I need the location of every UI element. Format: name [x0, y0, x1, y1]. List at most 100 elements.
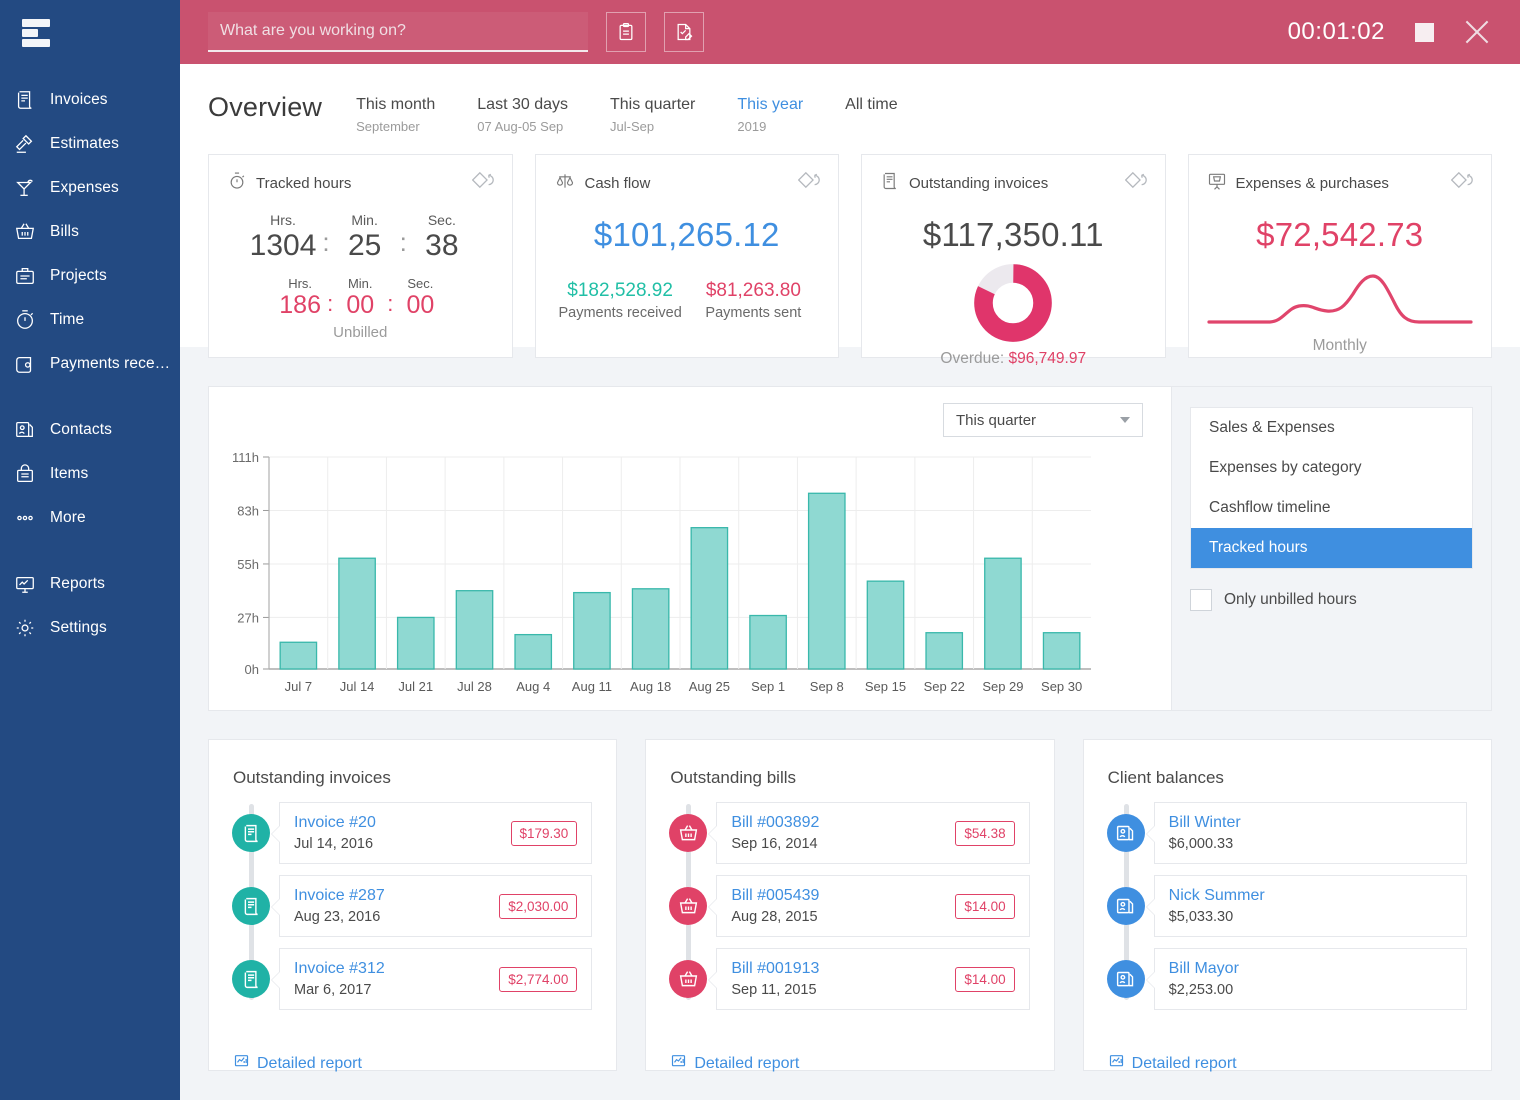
sidebar-divider: [0, 540, 180, 562]
list-item-name[interactable]: Bill #003892: [731, 814, 819, 832]
sidebar-item-invoices[interactable]: Invoices: [0, 78, 180, 122]
svg-text:Aug 18: Aug 18: [630, 679, 671, 694]
outstanding-total: $117,350.11: [880, 216, 1147, 254]
only-unbilled-hours-checkbox[interactable]: Only unbilled hours: [1190, 589, 1473, 611]
report-option-cashflow-timeline[interactable]: Cashflow timeline: [1191, 488, 1472, 528]
detailed-report-label: Detailed report: [257, 1055, 362, 1073]
kpi-header: Tracked hours: [227, 171, 494, 196]
status-badge: $54.38: [955, 821, 1014, 846]
basket-icon: [669, 960, 707, 998]
sidebar-item-more[interactable]: More: [0, 496, 180, 540]
sidebar-item-estimates[interactable]: Estimates: [0, 122, 180, 166]
detailed-report-link[interactable]: Detailed report: [670, 1053, 799, 1074]
reports-icon: [670, 1053, 687, 1074]
logo-icon[interactable]: [13, 16, 53, 50]
svg-text:111h: 111h: [232, 450, 259, 465]
sidebar-item-time[interactable]: Time: [0, 298, 180, 342]
status-badge: $2,030.00: [499, 894, 577, 919]
report-type-list: Sales & Expenses Expenses by category Ca…: [1190, 407, 1473, 569]
tab-label: This quarter: [610, 96, 695, 114]
list-item-balance: $2,253.00: [1169, 982, 1239, 998]
swap-widget-icon[interactable]: [1451, 170, 1475, 195]
sidebar-item-expenses[interactable]: Expenses: [0, 166, 180, 210]
sidebar-item-items[interactable]: Items: [0, 452, 180, 496]
period-tabs: This month September Last 30 days 07 Aug…: [356, 96, 940, 134]
tab-all-time[interactable]: All time: [845, 96, 897, 134]
swap-widget-icon[interactable]: [798, 170, 822, 195]
basket-icon: [14, 219, 44, 245]
payments-sent-label: Payments sent: [687, 305, 820, 321]
sidebar-item-bills[interactable]: Bills: [0, 210, 180, 254]
sidebar-item-projects[interactable]: Projects: [0, 254, 180, 298]
list-item-name[interactable]: Invoice #20: [294, 814, 376, 832]
list-item[interactable]: Bill #005439 Aug 28, 2015 $14.00: [670, 875, 1029, 937]
clipboard-icon[interactable]: [606, 12, 646, 52]
swap-widget-icon[interactable]: [472, 170, 496, 195]
payments-received: $182,528.92 Payments received: [554, 280, 687, 321]
stop-icon[interactable]: [1415, 23, 1434, 42]
report-option-expenses-by-category[interactable]: Expenses by category: [1191, 448, 1472, 488]
close-icon[interactable]: [1464, 19, 1490, 45]
tab-this-quarter[interactable]: This quarter Jul-Sep: [610, 96, 695, 134]
report-option-sales-expenses[interactable]: Sales & Expenses: [1191, 408, 1472, 448]
list-item-name[interactable]: Bill Winter: [1169, 814, 1241, 832]
more-dots-icon: [14, 505, 44, 531]
unit-value: 1304: [250, 229, 317, 262]
stopwatch-icon: [14, 307, 44, 333]
swap-widget-icon[interactable]: [1125, 170, 1149, 195]
kpi-cards: Tracked hours Hrs. 1304 : Min. 25: [180, 154, 1520, 358]
separator: :: [394, 227, 413, 262]
unit-label: Hrs.: [277, 276, 323, 291]
list-item-date: Aug 28, 2015: [731, 909, 819, 925]
detailed-report-link[interactable]: Detailed report: [233, 1053, 362, 1074]
report-option-tracked-hours[interactable]: Tracked hours: [1191, 528, 1472, 568]
list-item-name[interactable]: Bill #001913: [731, 960, 819, 978]
note-edit-icon[interactable]: [664, 12, 704, 52]
list-item[interactable]: Bill Mayor $2,253.00: [1108, 948, 1467, 1010]
chart-period-select[interactable]: This quarter: [943, 403, 1143, 437]
basket-icon: [669, 814, 707, 852]
list-item[interactable]: Bill Winter $6,000.33: [1108, 802, 1467, 864]
svg-text:Aug 4: Aug 4: [516, 679, 550, 694]
list-item-name[interactable]: Bill Mayor: [1169, 960, 1239, 978]
tab-this-month[interactable]: This month September: [356, 96, 435, 134]
detailed-report-link[interactable]: Detailed report: [1108, 1053, 1237, 1074]
payments-sent-amount: $81,263.80: [687, 280, 820, 302]
list-item[interactable]: Bill #003892 Sep 16, 2014 $54.38: [670, 802, 1029, 864]
list-item[interactable]: Invoice #312 Mar 6, 2017 $2,774.00: [233, 948, 592, 1010]
kpi-title: Cash flow: [585, 175, 651, 192]
unit-value: 25: [336, 229, 394, 262]
list-item[interactable]: Invoice #20 Jul 14, 2016 $179.30: [233, 802, 592, 864]
timeline: Bill Winter $6,000.33 Nick Summer $5,033: [1108, 802, 1467, 1010]
payments-received-label: Payments received: [554, 305, 687, 321]
expenses-caption: Monthly: [1207, 337, 1474, 355]
list-item[interactable]: Bill #001913 Sep 11, 2015 $14.00: [670, 948, 1029, 1010]
list-item-box: Invoice #312 Mar 6, 2017 $2,774.00: [279, 948, 592, 1010]
tab-last-30-days[interactable]: Last 30 days 07 Aug-05 Sep: [477, 96, 568, 134]
list-item[interactable]: Nick Summer $5,033.30: [1108, 875, 1467, 937]
status-badge: $14.00: [955, 894, 1014, 919]
task-input[interactable]: [208, 12, 588, 52]
overdue-line: Overdue: $96,749.97: [880, 350, 1147, 368]
sidebar-item-settings[interactable]: Settings: [0, 606, 180, 650]
list-item-name[interactable]: Invoice #287: [294, 887, 385, 905]
list-item-text: Bill #003892 Sep 16, 2014: [731, 814, 819, 852]
kpi-card-cash-flow: Cash flow $101,265.12 $182,528.92 Paymen…: [535, 154, 840, 358]
list-item-name[interactable]: Nick Summer: [1169, 887, 1265, 905]
sidebar-item-reports[interactable]: Reports: [0, 562, 180, 606]
sidebar-item-payments-received[interactable]: Payments rece…: [0, 342, 180, 386]
list-item[interactable]: Invoice #287 Aug 23, 2016 $2,030.00: [233, 875, 592, 937]
panel-client-balances: Client balances Bill Winter $6,000.33: [1083, 739, 1492, 1071]
timer-display: 00:01:02: [1288, 18, 1385, 46]
sidebar-item-label: Reports: [50, 575, 105, 593]
tab-sublabel: September: [356, 119, 435, 134]
chart-panel: This quarter 0h27h55h83h111hJul 7Jul 14J…: [208, 386, 1492, 711]
list-item-date: Sep 16, 2014: [731, 836, 819, 852]
sidebar-item-contacts[interactable]: Contacts: [0, 408, 180, 452]
list-item-name[interactable]: Invoice #312: [294, 960, 385, 978]
tab-this-year[interactable]: This year 2019: [737, 96, 803, 134]
svg-text:55h: 55h: [237, 557, 259, 572]
sidebar-item-label: Expenses: [50, 179, 119, 197]
list-item-name[interactable]: Bill #005439: [731, 887, 819, 905]
checkbox-box[interactable]: [1190, 589, 1212, 611]
